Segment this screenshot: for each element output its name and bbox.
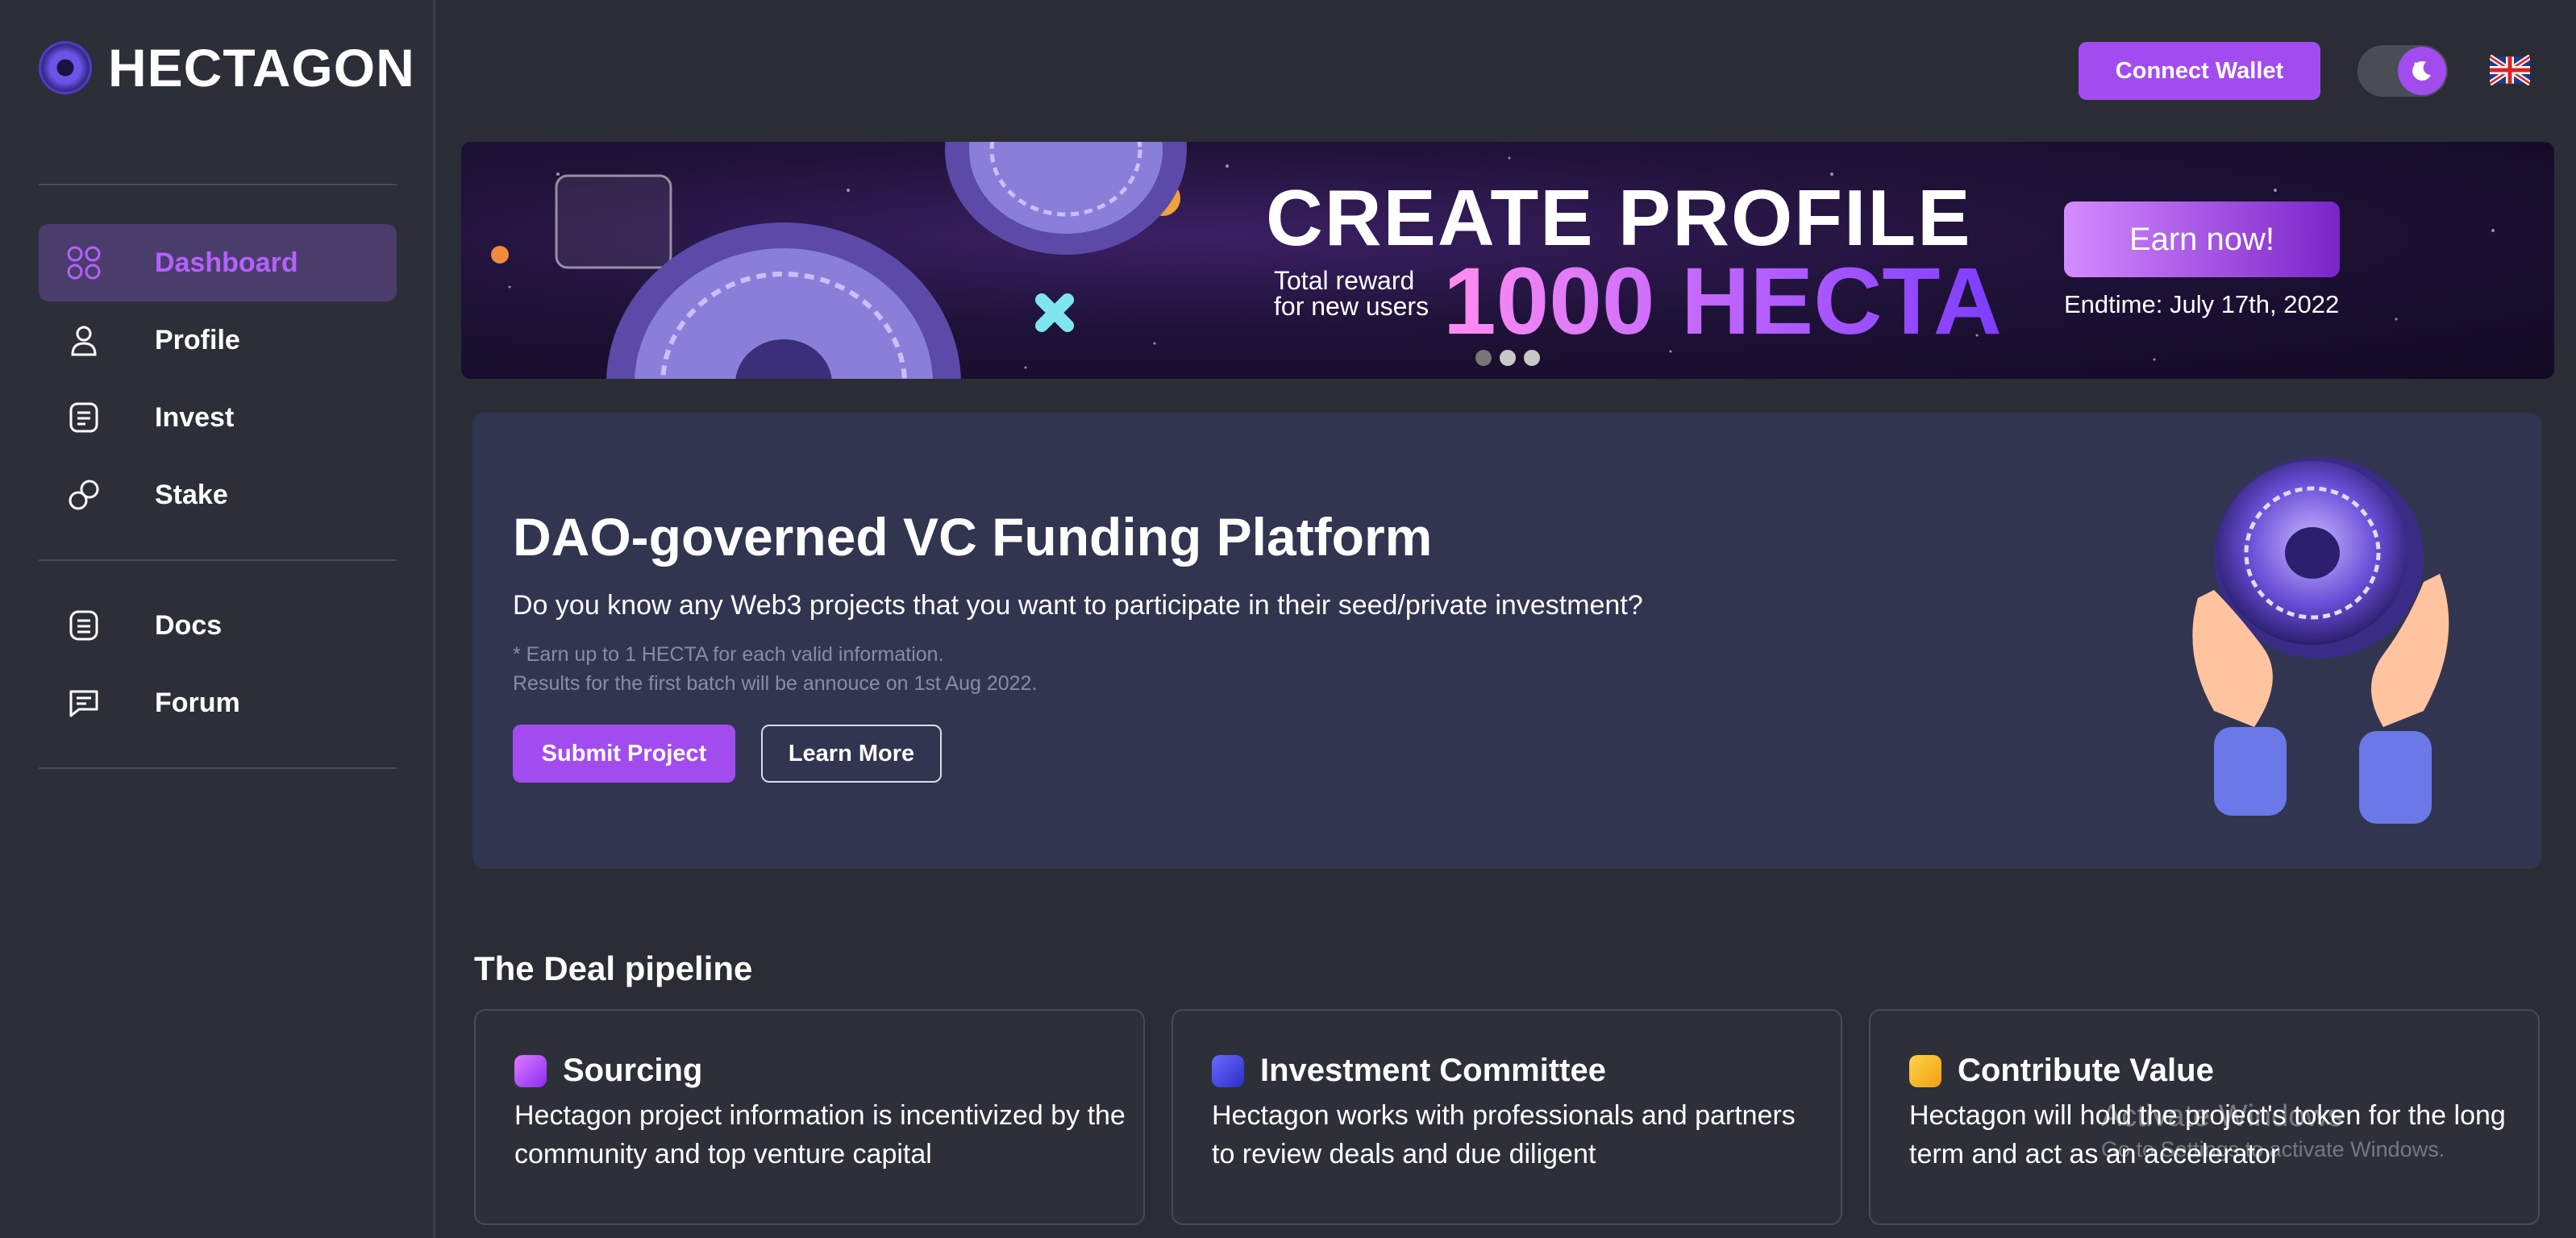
hectagon-logo-icon xyxy=(39,41,92,94)
watermark-title: Activate Windows xyxy=(2101,1099,2343,1133)
pipeline-card-header: Investment Committee xyxy=(1212,1053,1606,1089)
sidebar-item-docs[interactable]: Docs xyxy=(39,587,397,664)
sidebar-item-label: Stake xyxy=(155,479,228,510)
user-icon xyxy=(71,326,97,356)
hero-question: Do you know any Web3 projects that you w… xyxy=(513,590,1643,621)
carousel-dot[interactable] xyxy=(1524,350,1540,366)
carousel-dot-active[interactable] xyxy=(1500,350,1516,366)
app-root: HECTAGON Dashboard Profile Invest Stake … xyxy=(0,0,2576,1238)
pipeline-card-investment-committee: Investment Committee Hectagon works with… xyxy=(1171,1009,1842,1225)
dashboard-grid-icon xyxy=(67,246,101,280)
sidebar-item-label: Docs xyxy=(155,609,223,641)
banner-endtime: Endtime: July 17th, 2022 xyxy=(2064,290,2340,318)
pipeline-card-sourcing: Sourcing Hectagon project information is… xyxy=(474,1009,1145,1225)
sidebar-divider xyxy=(39,767,397,769)
uk-flag-icon[interactable] xyxy=(2490,55,2530,85)
stake-link-icon xyxy=(69,480,99,510)
hero-note: * Earn up to 1 HECTA for each valid info… xyxy=(513,643,944,666)
sidebar-item-label: Forum xyxy=(155,687,240,718)
brand-logo[interactable]: HECTAGON xyxy=(39,37,415,98)
sidebar-item-forum[interactable]: Forum xyxy=(39,664,397,742)
hero-card: DAO-governed VC Funding Platform Do you … xyxy=(472,413,2541,869)
carousel-dot[interactable] xyxy=(1475,350,1492,366)
contribute-color-icon xyxy=(1909,1054,1941,1087)
sidebar-divider xyxy=(39,184,397,185)
sidebar-item-dashboard[interactable]: Dashboard xyxy=(39,224,397,301)
sourcing-color-icon xyxy=(514,1054,547,1087)
earn-now-button[interactable]: Earn now! xyxy=(2064,201,2340,277)
sidebar-item-label: Dashboard xyxy=(155,247,298,278)
sidebar-item-profile[interactable]: Profile xyxy=(39,301,397,379)
banner-amount: 1000 HECTA xyxy=(1443,248,2002,355)
promo-banner[interactable]: CREATE PROFILE Total reward for new user… xyxy=(461,142,2554,379)
committee-color-icon xyxy=(1212,1054,1244,1087)
pipeline-title: The Deal pipeline xyxy=(474,949,753,987)
pipeline-card-text: Hectagon works with professionals and pa… xyxy=(1212,1100,1796,1169)
sidebar-item-label: Invest xyxy=(155,401,235,433)
invest-document-icon xyxy=(69,402,98,433)
docs-icon xyxy=(69,610,98,641)
banner-subtitle: Total reward for new users xyxy=(1274,266,1429,321)
hero-note: Results for the first batch will be anno… xyxy=(513,672,1038,695)
theme-toggle-knob xyxy=(2398,47,2446,95)
sidebar-item-stake[interactable]: Stake xyxy=(39,456,397,534)
forum-chat-icon xyxy=(69,690,98,717)
pipeline-card-title: Contribute Value xyxy=(1958,1053,2214,1088)
sidebar: HECTAGON Dashboard Profile Invest Stake … xyxy=(0,0,435,1238)
sidebar-divider xyxy=(39,559,397,561)
moon-icon xyxy=(2412,60,2431,81)
learn-more-button[interactable]: Learn More xyxy=(761,725,942,783)
sidebar-item-invest[interactable]: Invest xyxy=(39,379,397,456)
submit-project-button[interactable]: Submit Project xyxy=(513,725,735,783)
pipeline-card-text: Hectagon project information is incentiv… xyxy=(514,1100,1126,1169)
pipeline-card-title: Investment Committee xyxy=(1260,1053,1606,1088)
watermark-subtitle: Go to Settings to activate Windows. xyxy=(2101,1137,2445,1161)
theme-toggle[interactable] xyxy=(2358,45,2448,97)
connect-wallet-button[interactable]: Connect Wallet xyxy=(2079,42,2320,100)
pipeline-card-header: Contribute Value xyxy=(1909,1053,2214,1089)
pipeline-card-title: Sourcing xyxy=(563,1053,703,1088)
hands-holding-coin-illustration xyxy=(2192,457,2449,824)
brand-name: HECTAGON xyxy=(108,38,415,98)
sidebar-item-label: Profile xyxy=(155,324,240,355)
carousel-dots xyxy=(1475,350,1540,366)
windows-activation-watermark: Activate Windows Go to Settings to activ… xyxy=(2101,1099,2445,1162)
pipeline-card-header: Sourcing xyxy=(514,1053,702,1089)
hero-title: DAO-governed VC Funding Platform xyxy=(513,507,1433,567)
